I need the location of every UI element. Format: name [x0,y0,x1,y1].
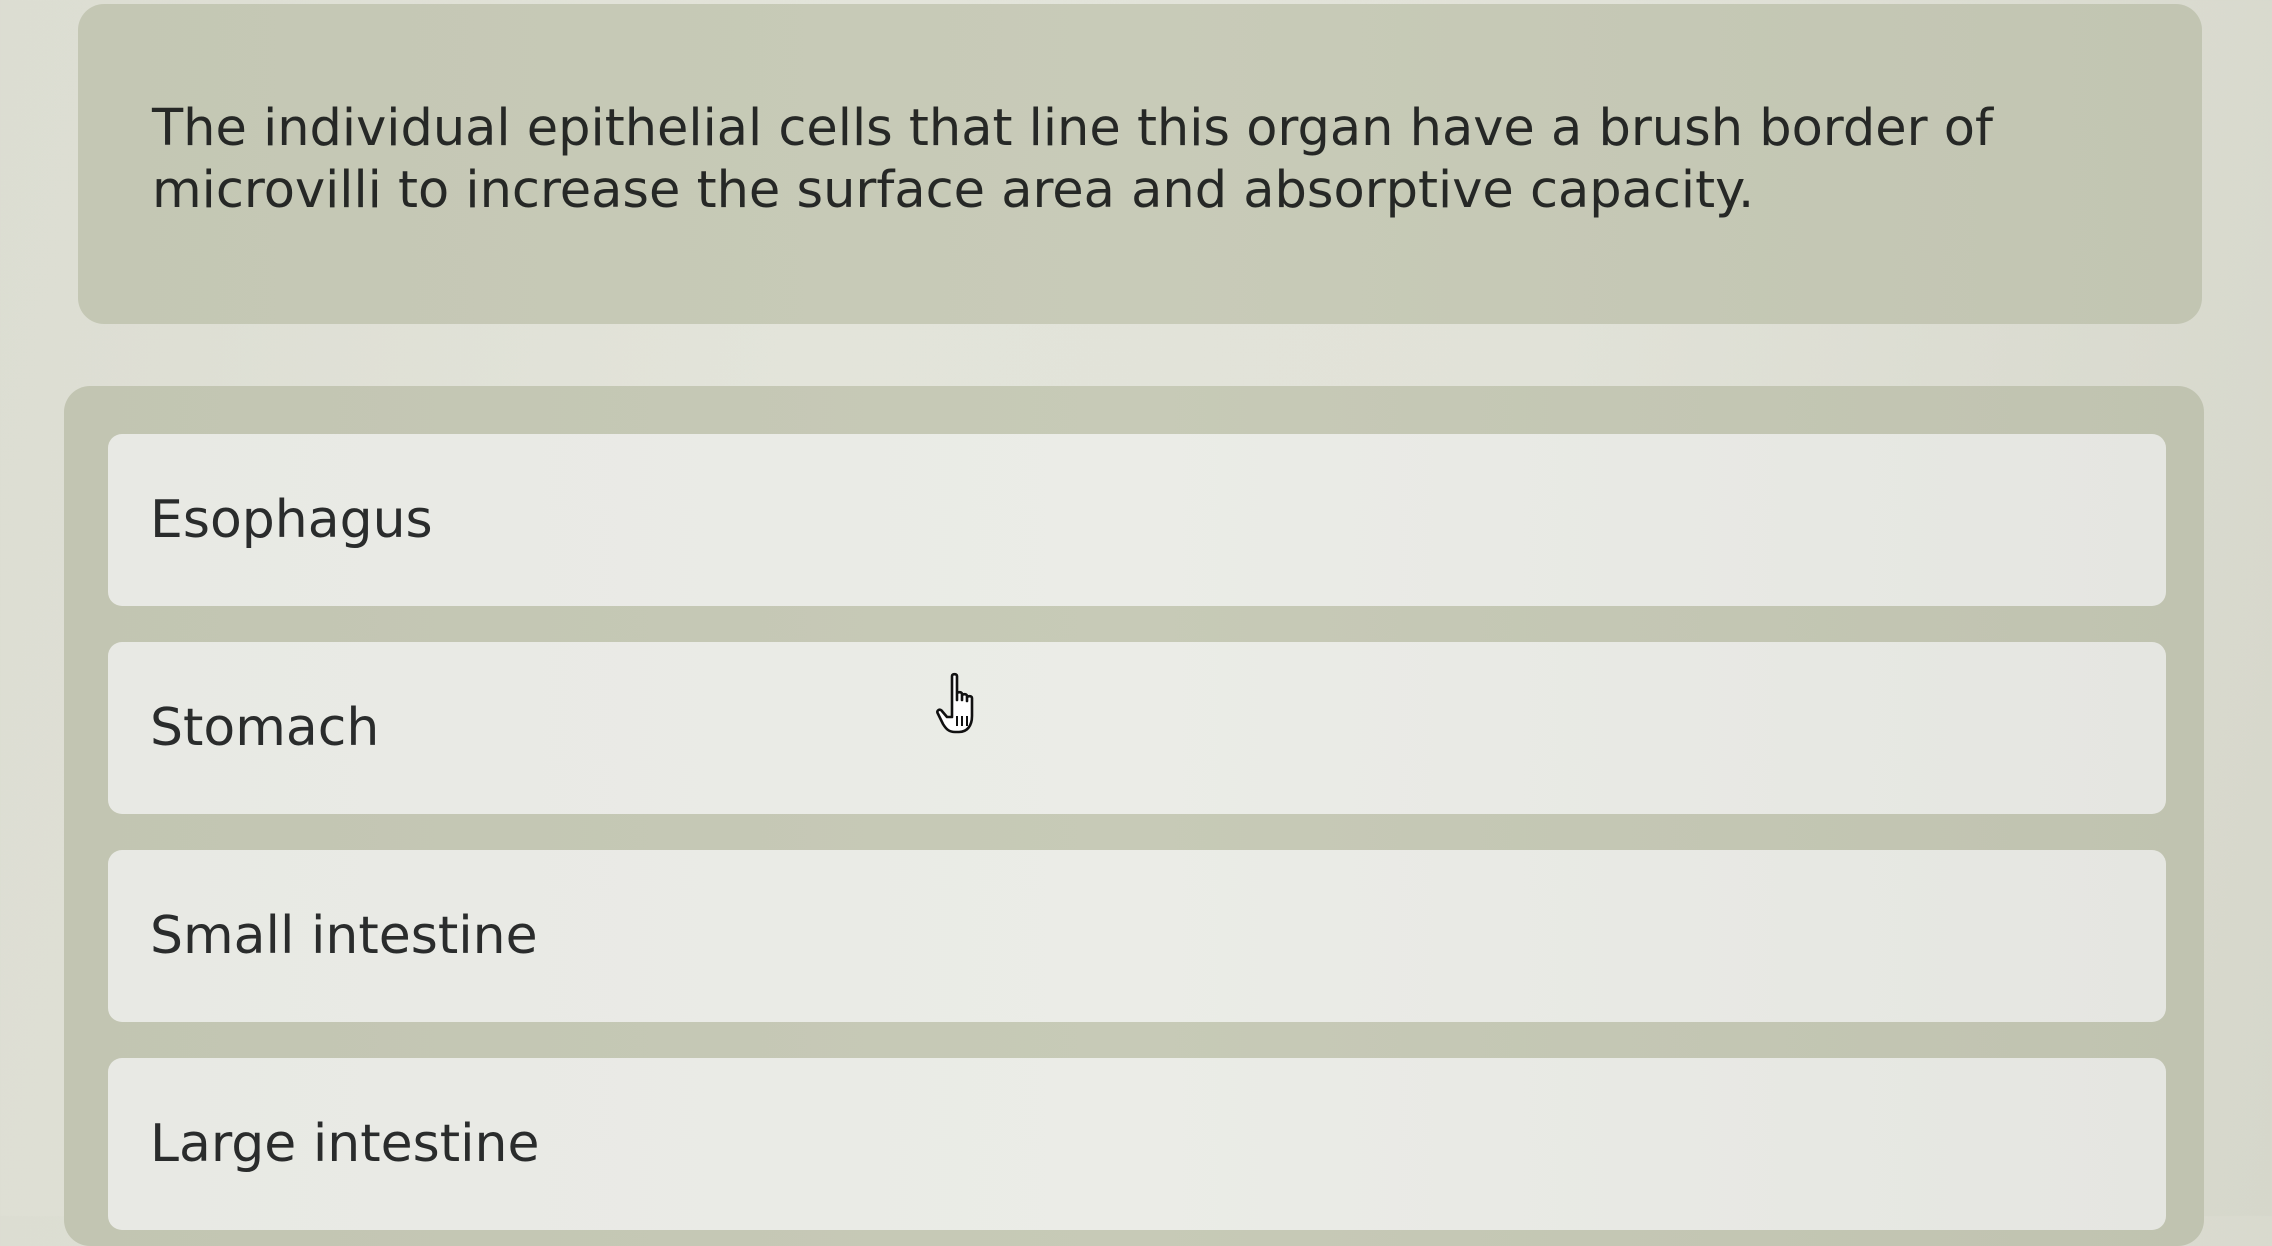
question-card: The individual epithelial cells that lin… [78,4,2202,324]
option-label: Small intestine [150,906,538,966]
answer-options-panel: Esophagus Stomach Small intestine Large … [64,386,2204,1246]
question-text: The individual epithelial cells that lin… [152,99,1993,220]
option-esophagus[interactable]: Esophagus [108,434,2166,606]
option-label: Stomach [150,698,380,758]
option-large-intestine[interactable]: Large intestine [108,1058,2166,1230]
option-label: Large intestine [150,1114,540,1174]
option-small-intestine[interactable]: Small intestine [108,850,2166,1022]
option-stomach[interactable]: Stomach [108,642,2166,814]
hand-pointer-icon [936,672,992,738]
option-label: Esophagus [150,490,433,550]
